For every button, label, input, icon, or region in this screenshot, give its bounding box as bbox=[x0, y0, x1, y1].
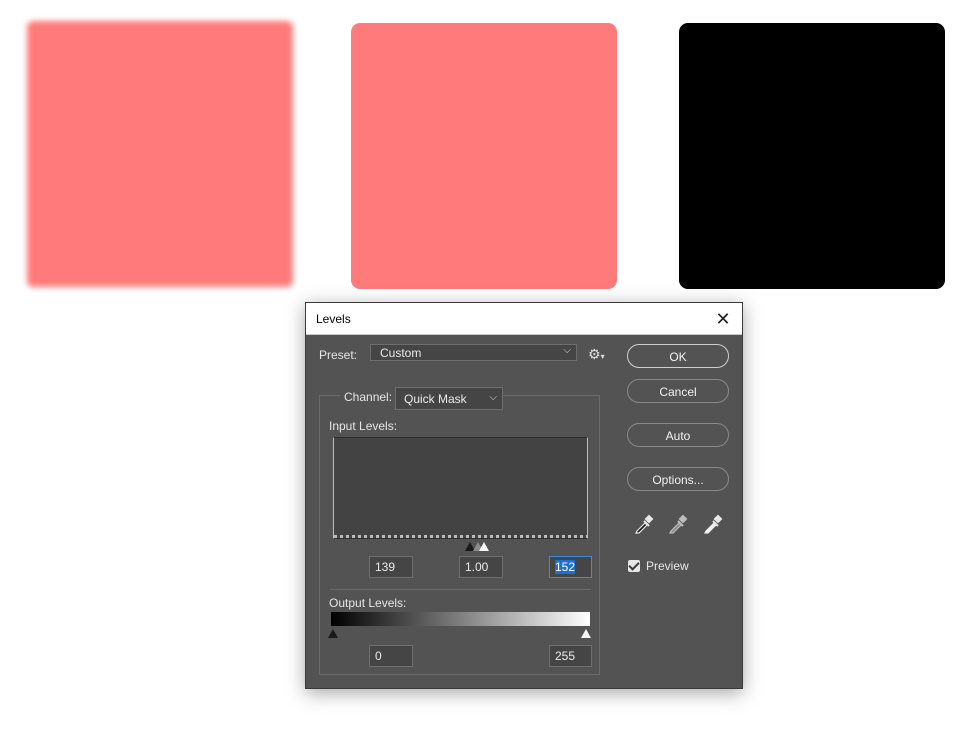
output-black-slider[interactable] bbox=[328, 629, 338, 638]
channel-value: Quick Mask bbox=[404, 392, 467, 406]
input-white-value: 152 bbox=[555, 560, 576, 574]
output-white-slider[interactable] bbox=[581, 629, 591, 638]
divider bbox=[330, 589, 591, 590]
input-white-field[interactable]: 152 bbox=[549, 556, 592, 578]
preview-checkbox[interactable] bbox=[628, 560, 640, 572]
close-icon[interactable]: ✕ bbox=[710, 306, 736, 332]
ok-button[interactable]: OK bbox=[627, 344, 729, 368]
channel-label: Channel: bbox=[340, 390, 397, 404]
rounded-swatch bbox=[351, 23, 617, 289]
white-point-eyedropper-icon[interactable] bbox=[702, 513, 724, 535]
preset-label: Preset: bbox=[319, 348, 358, 362]
cancel-button[interactable]: Cancel bbox=[627, 379, 729, 403]
preset-value: Custom bbox=[380, 346, 422, 360]
chevron-down-icon: ⌵ bbox=[489, 392, 497, 403]
chevron-down-icon: ⌵ bbox=[563, 345, 571, 356]
blurred-swatch bbox=[27, 21, 293, 287]
levels-dialog: Levels ✕ Preset: Custom ⌵ ⚙▾ OK Cancel A… bbox=[305, 302, 743, 689]
input-gamma-field[interactable]: 1.00 bbox=[459, 556, 503, 578]
preview-label[interactable]: Preview bbox=[646, 559, 689, 573]
input-levels-label: Input Levels: bbox=[329, 419, 398, 433]
black-point-eyedropper-icon[interactable] bbox=[633, 513, 655, 535]
histogram-baseline bbox=[334, 535, 587, 538]
output-gradient bbox=[331, 612, 590, 626]
dialog-titlebar[interactable]: Levels ✕ bbox=[306, 303, 742, 335]
output-white-field[interactable]: 255 bbox=[549, 645, 592, 667]
input-white-slider[interactable] bbox=[479, 542, 489, 551]
output-levels-label: Output Levels: bbox=[329, 596, 407, 610]
dialog-title: Levels bbox=[316, 312, 351, 326]
black-swatch bbox=[679, 23, 945, 289]
histogram bbox=[333, 437, 588, 539]
channel-dropdown[interactable]: Quick Mask ⌵ bbox=[395, 387, 503, 410]
gray-point-eyedropper-icon[interactable] bbox=[667, 513, 689, 535]
gear-icon[interactable]: ⚙▾ bbox=[588, 346, 605, 363]
output-black-field[interactable]: 0 bbox=[369, 645, 413, 667]
preset-dropdown[interactable]: Custom ⌵ bbox=[370, 344, 577, 361]
input-black-field[interactable]: 139 bbox=[369, 556, 413, 578]
options-button[interactable]: Options... bbox=[627, 467, 729, 491]
auto-button[interactable]: Auto bbox=[627, 423, 729, 447]
